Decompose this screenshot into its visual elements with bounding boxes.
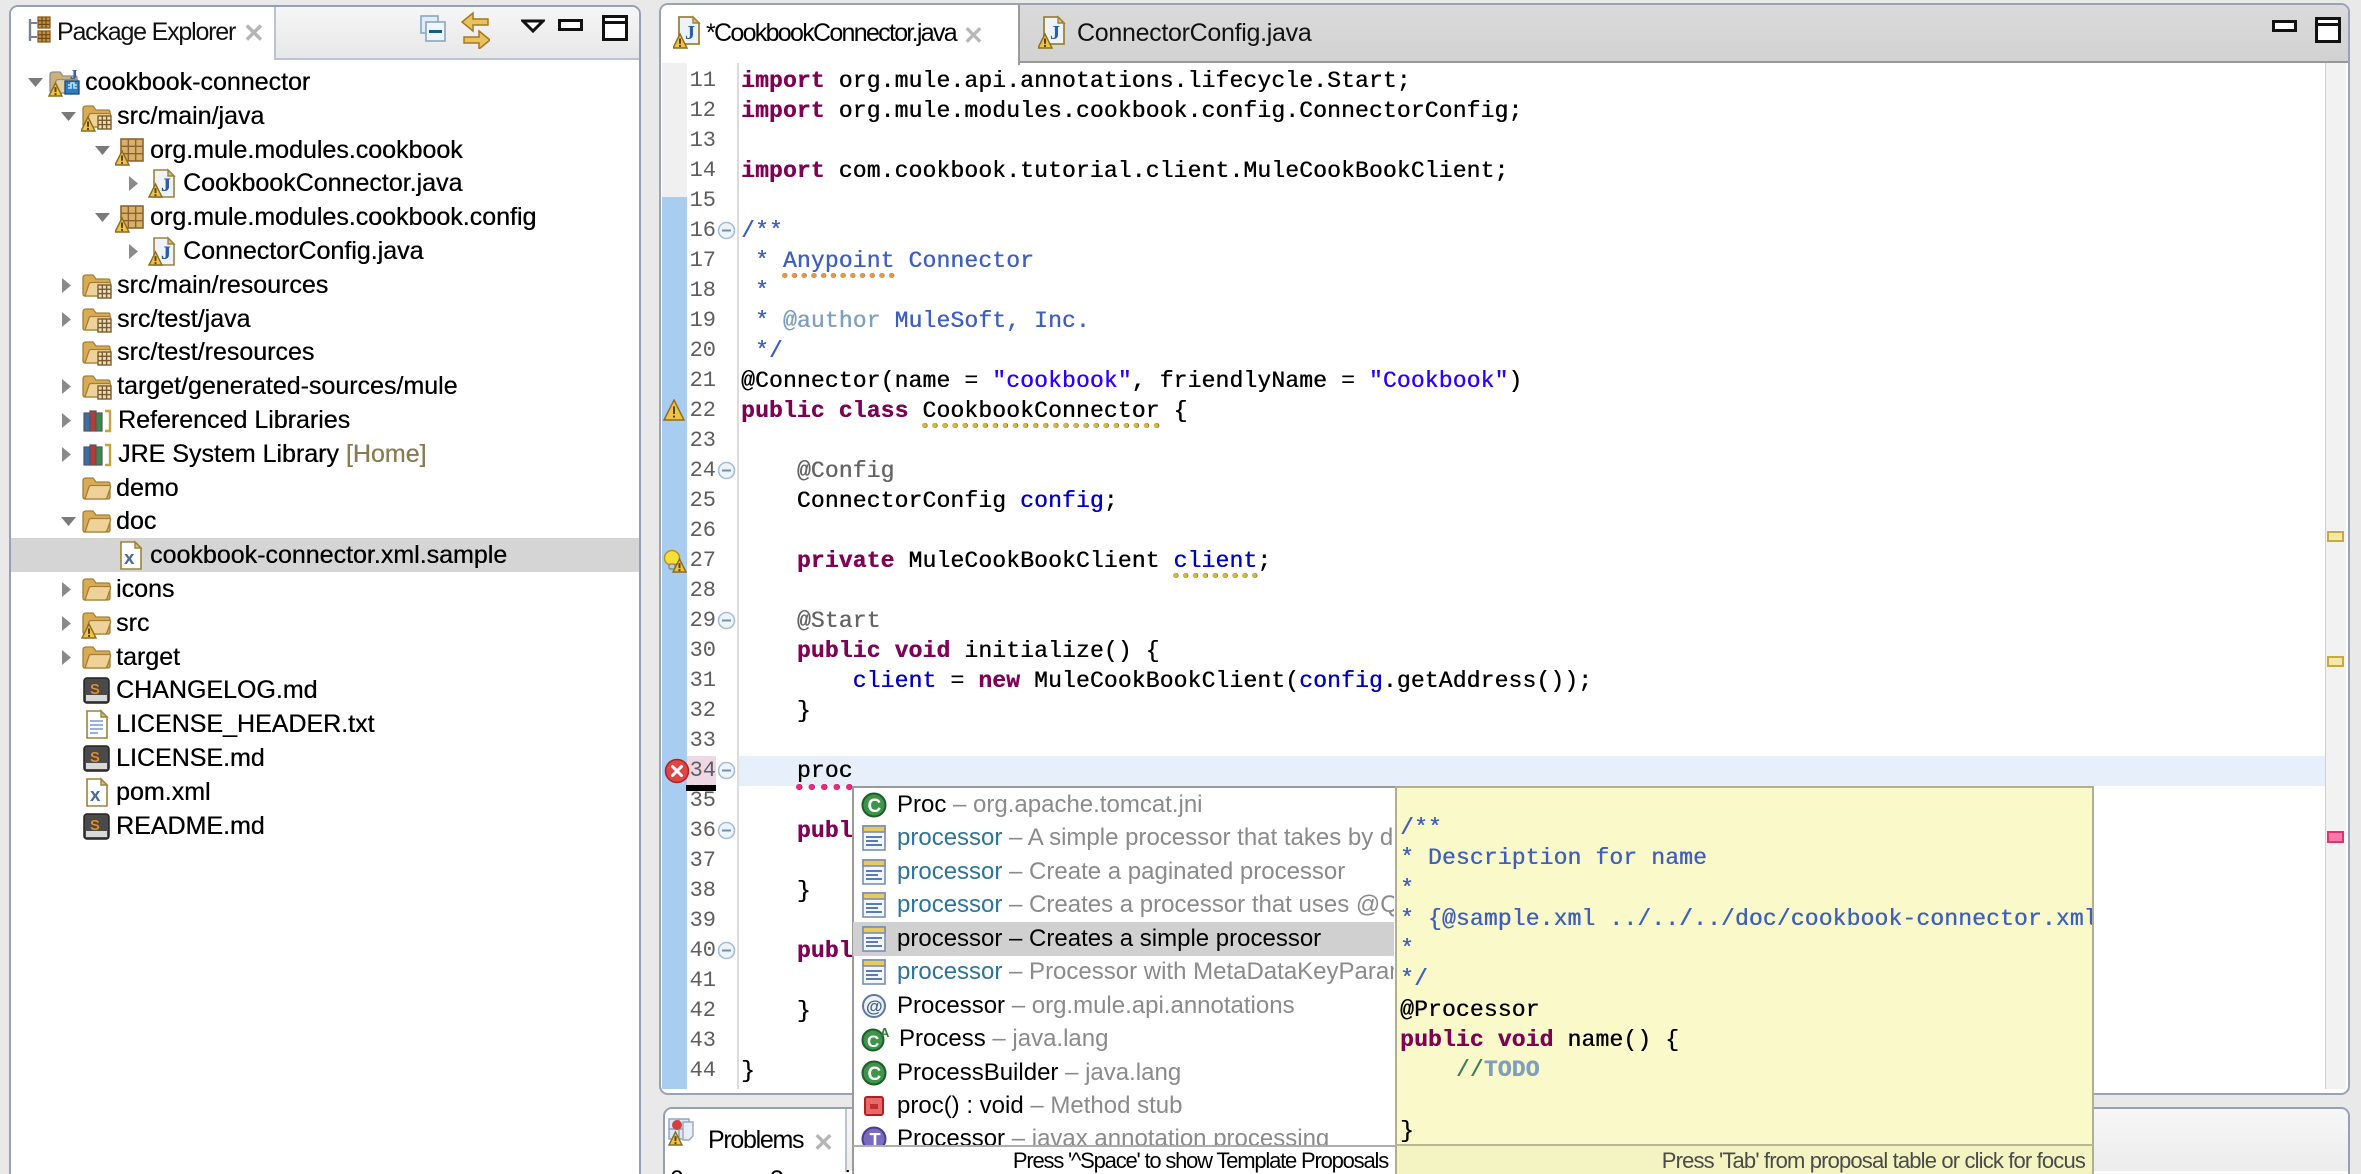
svg-text:J: J xyxy=(685,22,695,44)
svg-text:C: C xyxy=(867,1032,879,1051)
svg-text:J: J xyxy=(161,175,171,196)
svg-text:@: @ xyxy=(866,997,883,1016)
svg-text:S: S xyxy=(90,681,100,698)
svg-text:S: S xyxy=(90,817,100,834)
svg-text:X: X xyxy=(90,788,100,805)
svg-text:X: X xyxy=(124,551,134,568)
svg-text:C: C xyxy=(868,1064,882,1085)
svg-text:C: C xyxy=(868,796,882,817)
svg-text:J: J xyxy=(1050,22,1060,44)
svg-text:J: J xyxy=(161,243,171,264)
svg-text:A: A xyxy=(880,1025,890,1040)
svg-text:S: S xyxy=(90,749,100,766)
